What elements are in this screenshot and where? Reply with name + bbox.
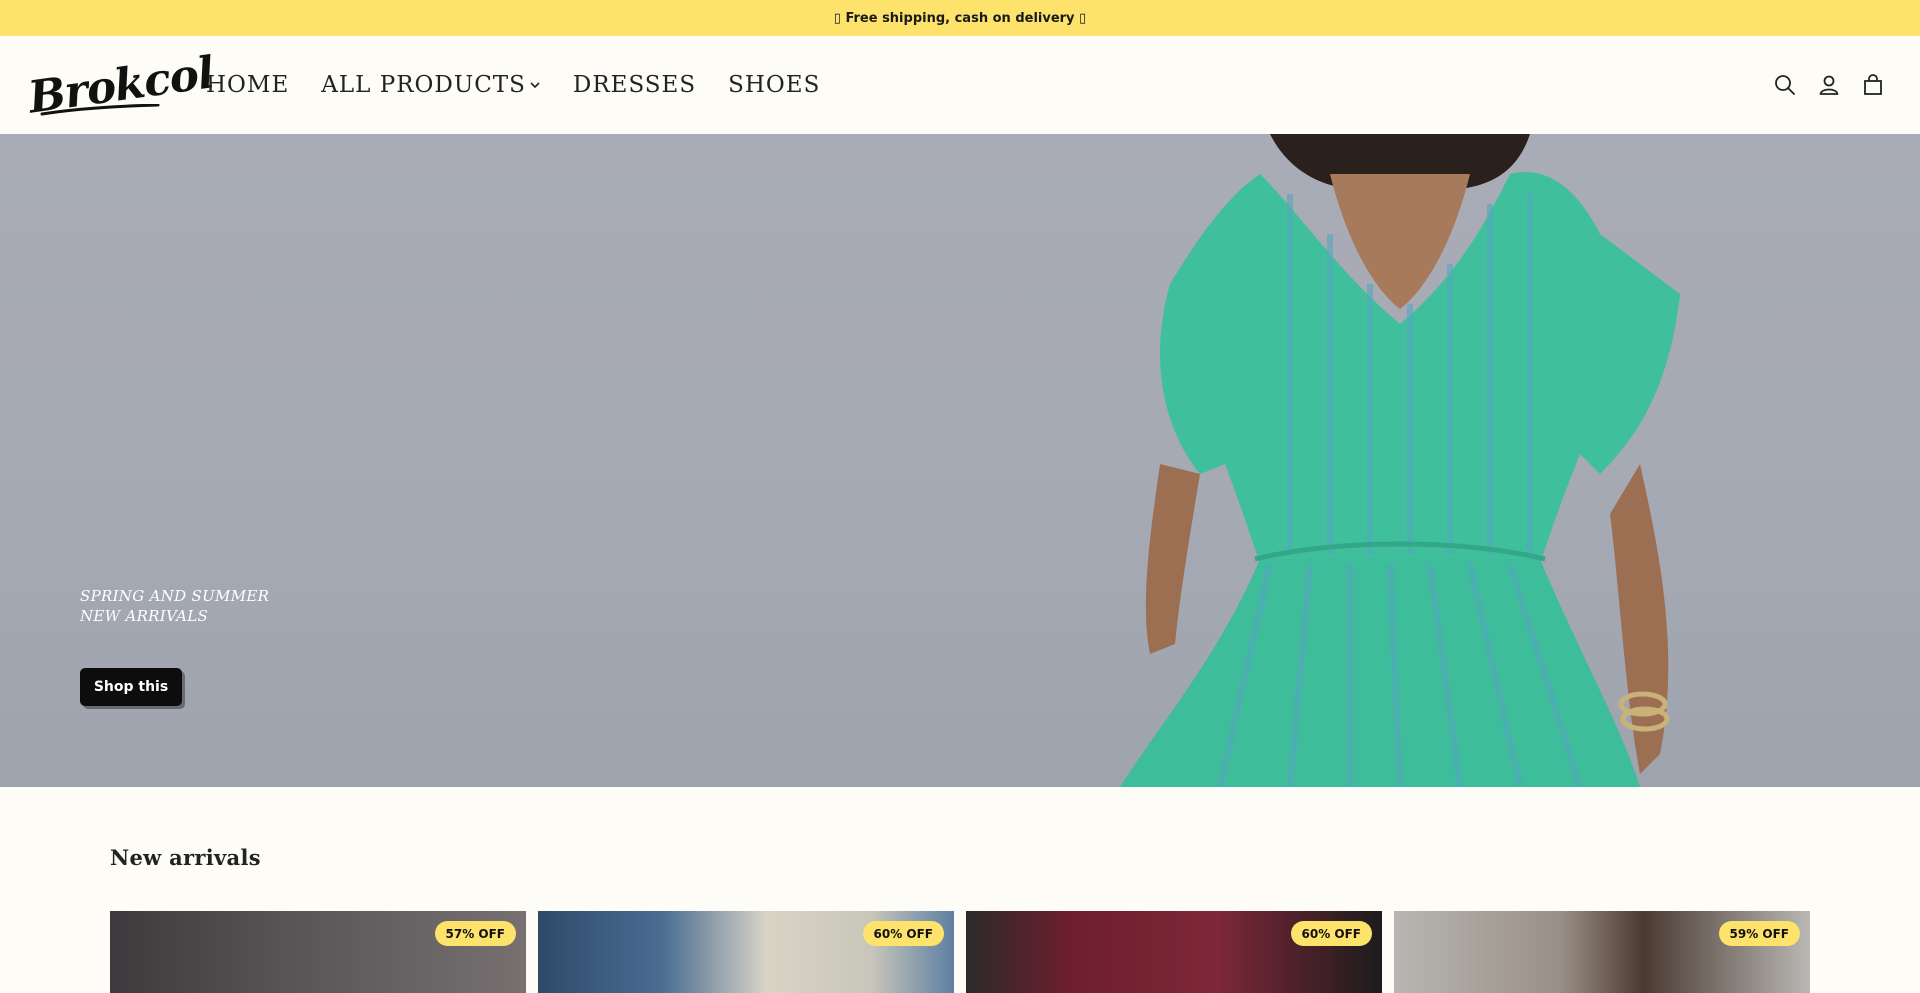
nav-all-products-label: ALL PRODUCTS	[321, 72, 526, 98]
discount-badge: 60% OFF	[862, 921, 944, 946]
nav-home[interactable]: HOME	[206, 72, 289, 98]
new-arrivals-title: New arrivals	[110, 845, 261, 870]
logo-swoosh-icon	[40, 104, 160, 116]
product-card[interactable]: 60% OFF	[966, 911, 1382, 993]
chevron-down-icon	[530, 82, 540, 89]
product-grid: 57% OFF 60% OFF 60% OFF 59% OFF	[110, 911, 1810, 993]
discount-badge: 57% OFF	[434, 921, 516, 946]
nav-dresses-label: DRESSES	[572, 72, 697, 98]
nav-shoes[interactable]: SHOES	[728, 72, 820, 98]
product-card[interactable]: 59% OFF	[1394, 911, 1810, 993]
discount-badge: 59% OFF	[1718, 921, 1800, 946]
header-icons	[1774, 36, 1884, 134]
announcement-bar: ▯ Free shipping, cash on delivery ▯	[0, 0, 1920, 36]
account-icon[interactable]	[1818, 74, 1840, 96]
nav-home-label: HOME	[206, 72, 290, 98]
cart-icon[interactable]	[1862, 74, 1884, 96]
hero-model-image	[1120, 134, 1680, 787]
product-card[interactable]: 57% OFF	[110, 911, 526, 993]
site-header: Brokcol HOME ALL PRODUCTS DRESSES SHOES	[0, 36, 1920, 134]
discount-badge: 60% OFF	[1290, 921, 1372, 946]
nav-shoes-label: SHOES	[728, 72, 821, 98]
hero-banner: SPRING AND SUMMER NEW ARRIVALS Shop this	[0, 134, 1920, 787]
nav-dresses[interactable]: DRESSES	[573, 72, 696, 98]
nav-all-products[interactable]: ALL PRODUCTS	[321, 72, 541, 98]
hero-line-2: NEW ARRIVALS	[80, 607, 209, 625]
shop-this-button[interactable]: Shop this	[80, 668, 182, 706]
search-icon[interactable]	[1774, 74, 1796, 96]
hero-headline: SPRING AND SUMMER NEW ARRIVALS	[80, 586, 269, 626]
product-card[interactable]: 60% OFF	[538, 911, 954, 993]
main-nav: HOME ALL PRODUCTS DRESSES SHOES	[206, 36, 852, 134]
announcement-text: ▯ Free shipping, cash on delivery ▯	[833, 10, 1087, 26]
brand-logo[interactable]: Brokcol	[25, 46, 216, 124]
hero-line-1: SPRING AND SUMMER	[80, 587, 270, 605]
